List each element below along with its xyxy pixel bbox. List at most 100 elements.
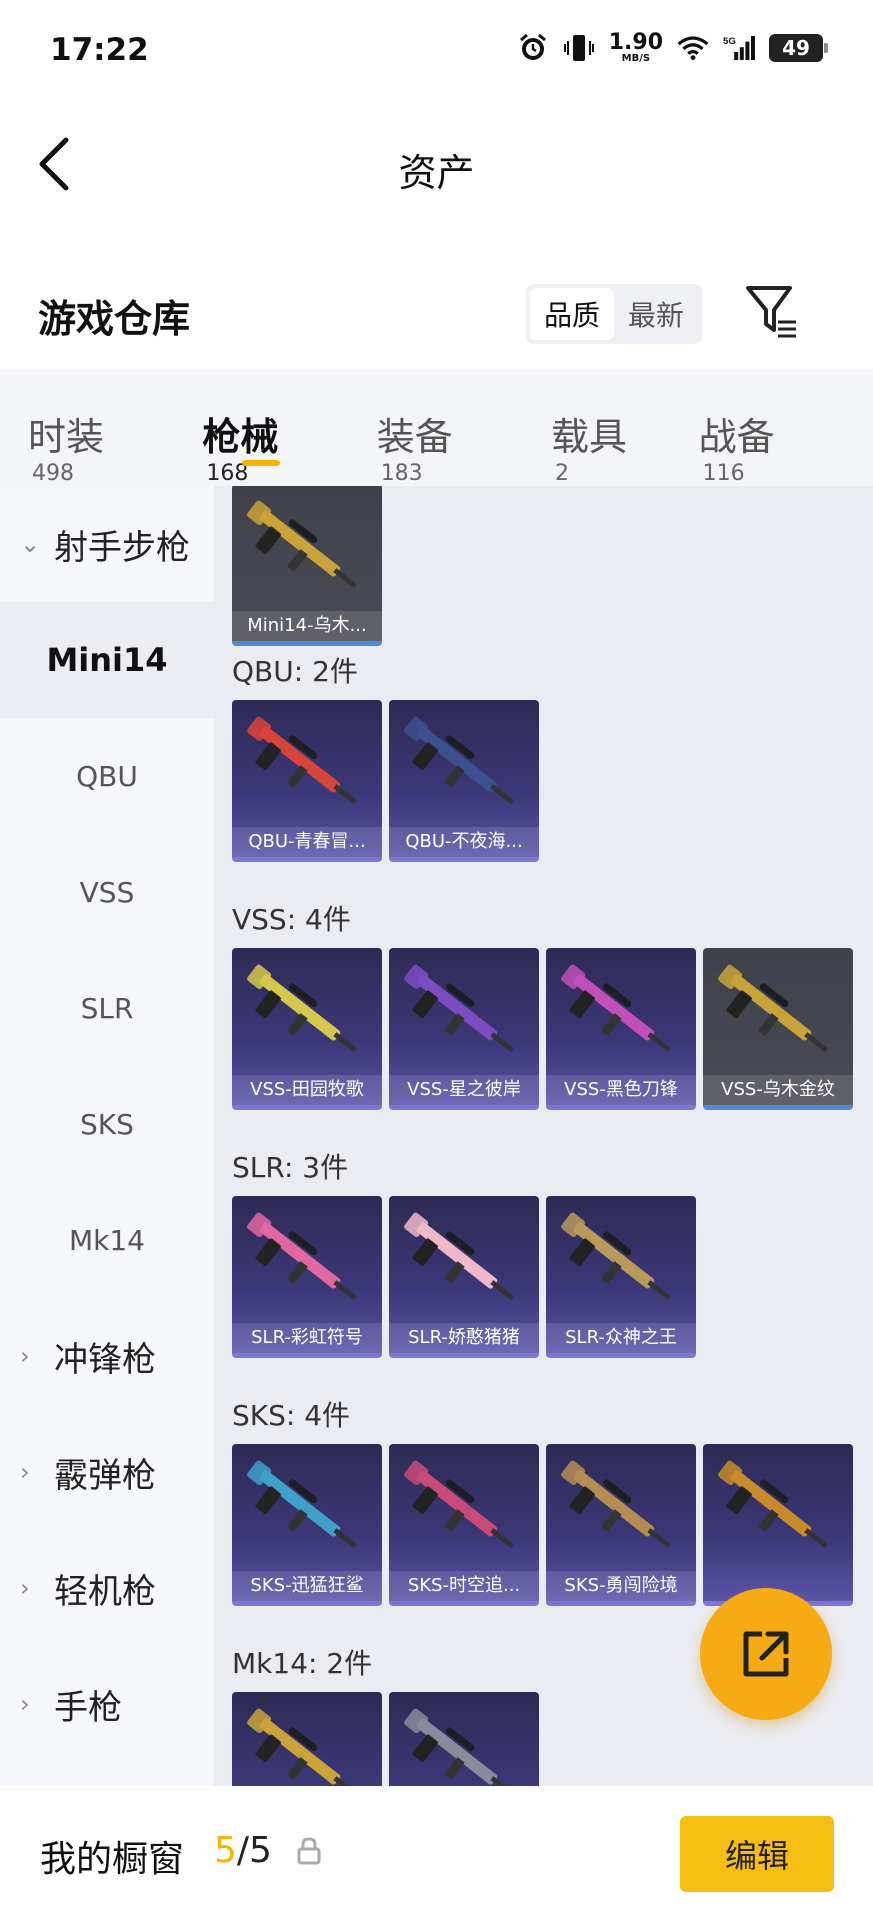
signal-icon: 5G [723,30,755,66]
section-title: QBU: 2件 [232,655,358,688]
weapon-card[interactable]: SLR-众神之王 [546,1196,696,1358]
tab-label: 时装 [28,415,105,459]
chevron-right-icon: › [20,1458,30,1486]
weapon-image [242,494,372,604]
tab-label: 装备 [376,415,453,459]
weapon-image [713,958,843,1068]
chevron-down-icon: ⌄ [20,530,41,558]
weapon-name: SKS-时空追... [389,1571,539,1601]
showcase-count-separator: / [236,1830,250,1871]
weapon-name: QBU-不夜海... [389,827,539,857]
showcase-count-total: 5 [249,1830,272,1871]
showcase-bar: 我的橱窗 5/5 编辑 [0,1786,873,1920]
weapon-card[interactable]: VSS-乌木金纹 [703,948,853,1110]
weapon-card[interactable]: Mini14-乌木... [232,486,382,646]
sidebar-item-label: VSS [79,875,135,909]
vibrate-icon [563,30,595,66]
sidebar-item-label: 霰弹枪 [54,1455,156,1496]
weapon-image [242,958,372,1068]
tab-count: 183 [380,461,423,486]
sort-toggle: 品质 最新 [526,284,702,344]
weapon-card[interactable] [232,1692,382,1786]
weapon-image [399,958,529,1068]
sidebar-item[interactable]: › 冲锋枪 [0,1298,214,1414]
sidebar-item-label: 射手步枪 [54,527,190,568]
sidebar-item[interactable]: › 轻机枪 [0,1530,214,1646]
sidebar-item-label: 轻机枪 [54,1571,156,1612]
weapon-card[interactable]: SLR-娇憨猪猪 [389,1196,539,1358]
alarm-icon [517,30,549,66]
weapon-card[interactable] [703,1444,853,1606]
sidebar-item-label: QBU [76,759,138,793]
share-button[interactable] [700,1588,832,1720]
weapon-card[interactable]: SKS-迅猛狂鲨 [232,1444,382,1606]
weapon-name: SLR-彩虹符号 [232,1323,382,1353]
sidebar-item[interactable]: Mini14 [0,602,214,718]
weapon-image [242,1206,372,1316]
weapon-image [399,1206,529,1316]
speed-value: 1.90 [608,30,663,55]
weapon-card[interactable]: SLR-彩虹符号 [232,1196,382,1358]
sidebar-item[interactable]: Mk14 [0,1182,214,1298]
tab-3[interactable]: 载具2 [551,370,641,486]
weapon-name: SLR-娇憨猪猪 [389,1323,539,1353]
tab-1[interactable]: 枪械168 [202,370,318,486]
tab-2[interactable]: 装备183 [377,370,493,486]
status-bar: 17:22 1.90 MB/S 5G 49 [0,0,873,104]
battery-indicator: 49 [769,34,828,62]
weapon-card[interactable]: QBU-青春冒... [232,700,382,862]
sidebar-item[interactable]: SKS [0,1066,214,1182]
page-title: 资产 [398,151,475,195]
weapon-image [242,710,372,820]
showcase-count-current: 5 [214,1830,237,1871]
page-header: 资产 [0,104,873,224]
weapon-card[interactable]: SKS-勇闯险境 [546,1444,696,1606]
share-icon [743,1631,789,1677]
tab-0[interactable]: 时装498 [28,370,144,486]
sidebar-item-label: 手枪 [54,1687,122,1728]
sidebar-item-label: SLR [80,991,134,1025]
category-tabs: 时装498 枪械168 装备183 载具2 战备116 [0,370,873,486]
network-speed: 1.90 MB/S [609,32,663,64]
sidebar-item[interactable]: SLR [0,950,214,1066]
edit-button[interactable]: 编辑 [680,1816,834,1892]
weapon-name: VSS-星之彼岸 [389,1075,539,1105]
tab-label: 枪械 [202,415,279,459]
weapon-card[interactable]: SKS-时空追... [389,1444,539,1606]
filter-button[interactable] [744,282,800,344]
sort-latest-option[interactable]: 最新 [614,288,698,340]
section-title: VSS: 4件 [232,903,351,936]
weapon-card[interactable] [389,1692,539,1786]
weapon-image [556,1454,686,1564]
weapon-card[interactable]: VSS-黑色刀锋 [546,948,696,1110]
weapon-card[interactable]: VSS-星之彼岸 [389,948,539,1110]
tab-count: 116 [702,461,745,486]
tab-label: 载具 [551,415,628,459]
weapon-image [556,958,686,1068]
filter-icon [746,286,796,338]
sidebar-item[interactable]: ⌄ 射手步枪 [0,486,214,602]
sidebar-item[interactable]: › 霰弹枪 [0,1414,214,1530]
weapon-name: VSS-黑色刀锋 [546,1075,696,1105]
tab-4[interactable]: 战备116 [699,370,815,486]
lock-icon [296,1836,322,1866]
sidebar-item[interactable]: › 手枪 [0,1646,214,1762]
weapon-card[interactable]: QBU-不夜海... [389,700,539,862]
weapon-name: Mini14-乌木... [232,611,382,641]
weapon-name: SKS-迅猛狂鲨 [232,1571,382,1601]
section-title: SLR: 3件 [232,1151,349,1184]
weapon-card[interactable]: VSS-田园牧歌 [232,948,382,1110]
weapon-type-sidebar: ⌄ 射手步枪 Mini14 QBU VSS SLR SKS Mk14 › 冲锋枪 › 霰弹枪 › 轻机枪 ›… [0,486,214,1786]
sidebar-item[interactable]: QBU [0,718,214,834]
tab-label: 战备 [698,415,775,459]
sidebar-item[interactable]: VSS [0,834,214,950]
chevron-right-icon: › [20,1690,30,1718]
warehouse-title: 游戏仓库 [38,297,191,341]
chevron-right-icon: › [20,1574,30,1602]
speed-unit: MB/S [621,53,651,64]
chevron-right-icon: › [20,1342,30,1370]
weapon-image [242,1702,372,1786]
sort-quality-option[interactable]: 品质 [530,288,614,340]
warehouse-bar: 游戏仓库 品质 最新 [0,260,873,370]
tab-count: 498 [32,461,74,486]
